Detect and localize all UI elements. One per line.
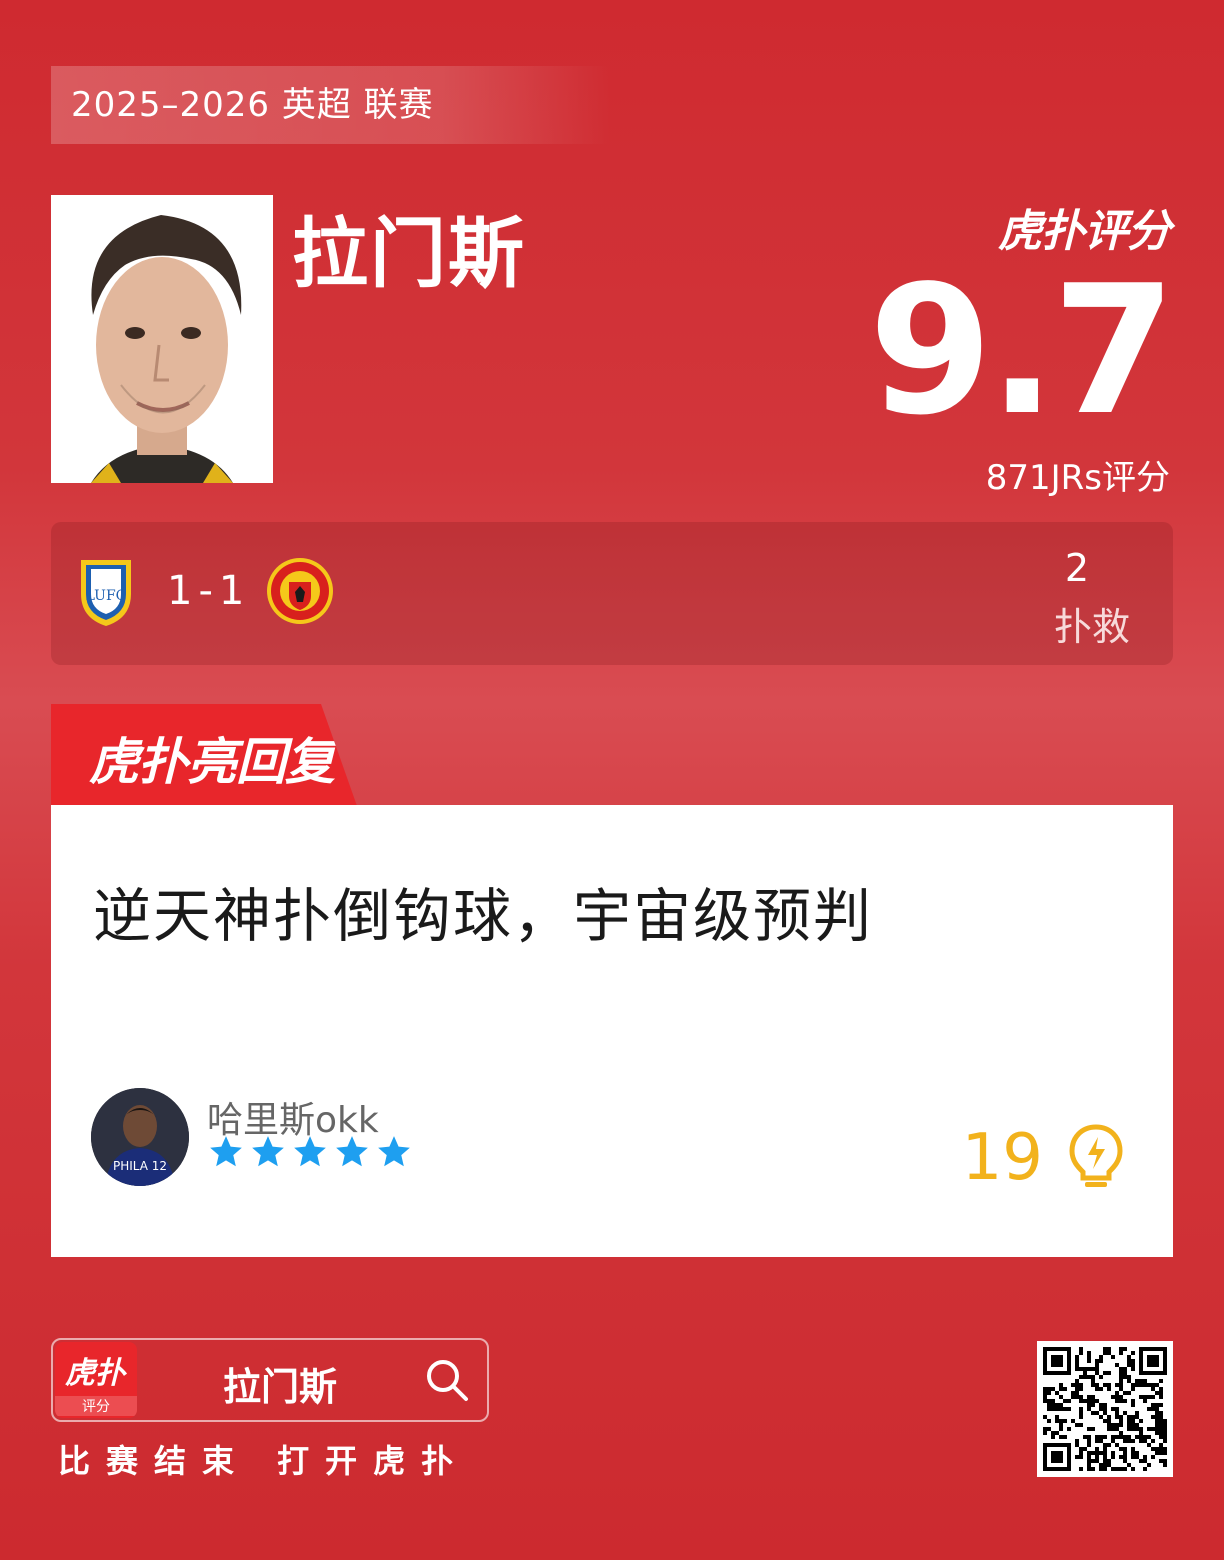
svg-text:LUFC: LUFC — [86, 588, 127, 604]
star-icon — [378, 1136, 410, 1167]
star-icon — [210, 1136, 242, 1167]
top-reply-tab: 虎扑亮回复 — [51, 704, 357, 806]
star-icon — [294, 1136, 326, 1167]
qr-code — [1037, 1341, 1173, 1477]
search-box[interactable]: 虎扑 评分 拉门斯 — [51, 1338, 489, 1422]
hupu-app-icon[interactable]: 虎扑 评分 — [55, 1342, 137, 1418]
avatar-jersey-text: PHILA 12 — [113, 1159, 167, 1173]
app-icon-sub-text: 评分 — [55, 1396, 137, 1416]
search-keyword: 拉门斯 — [223, 1365, 338, 1409]
footer-tagline: 比赛结束 打开虎扑 — [58, 1442, 470, 1480]
star-icon — [252, 1136, 284, 1167]
player-photo — [51, 195, 273, 483]
rating-score: 9.7 — [868, 247, 1176, 454]
avatar[interactable]: PHILA 12 — [91, 1088, 189, 1186]
lightbulb-like-icon[interactable] — [1067, 1123, 1125, 1197]
reply-card[interactable]: 逆天神扑倒钩球，宇宙级预判 PHILA 12 哈里斯okk 19 — [51, 805, 1173, 1257]
star-icon — [336, 1136, 368, 1167]
match-summary: LUFC 1-1 2 扑救 — [51, 522, 1173, 665]
leeds-crest-icon: LUFC — [77, 556, 135, 632]
player-name: 拉门斯 — [292, 209, 526, 298]
manchester-united-crest-icon — [265, 556, 335, 630]
search-icon[interactable] — [423, 1356, 471, 1408]
like-count: 19 — [961, 1121, 1043, 1195]
reply-text: 逆天神扑倒钩球，宇宙级预判 — [93, 882, 874, 950]
saves-value: 2 — [1064, 546, 1090, 590]
rater-count: 871JRs评分 — [985, 458, 1170, 498]
user-level-stars — [207, 1133, 413, 1171]
app-icon-main-text: 虎扑 — [65, 1356, 125, 1391]
season-label: 2025–2026 英超 联赛 — [51, 66, 611, 144]
top-reply-label: 虎扑亮回复 — [89, 733, 335, 791]
saves-label: 扑救 — [1053, 605, 1130, 649]
match-score: 1-1 — [167, 568, 251, 614]
